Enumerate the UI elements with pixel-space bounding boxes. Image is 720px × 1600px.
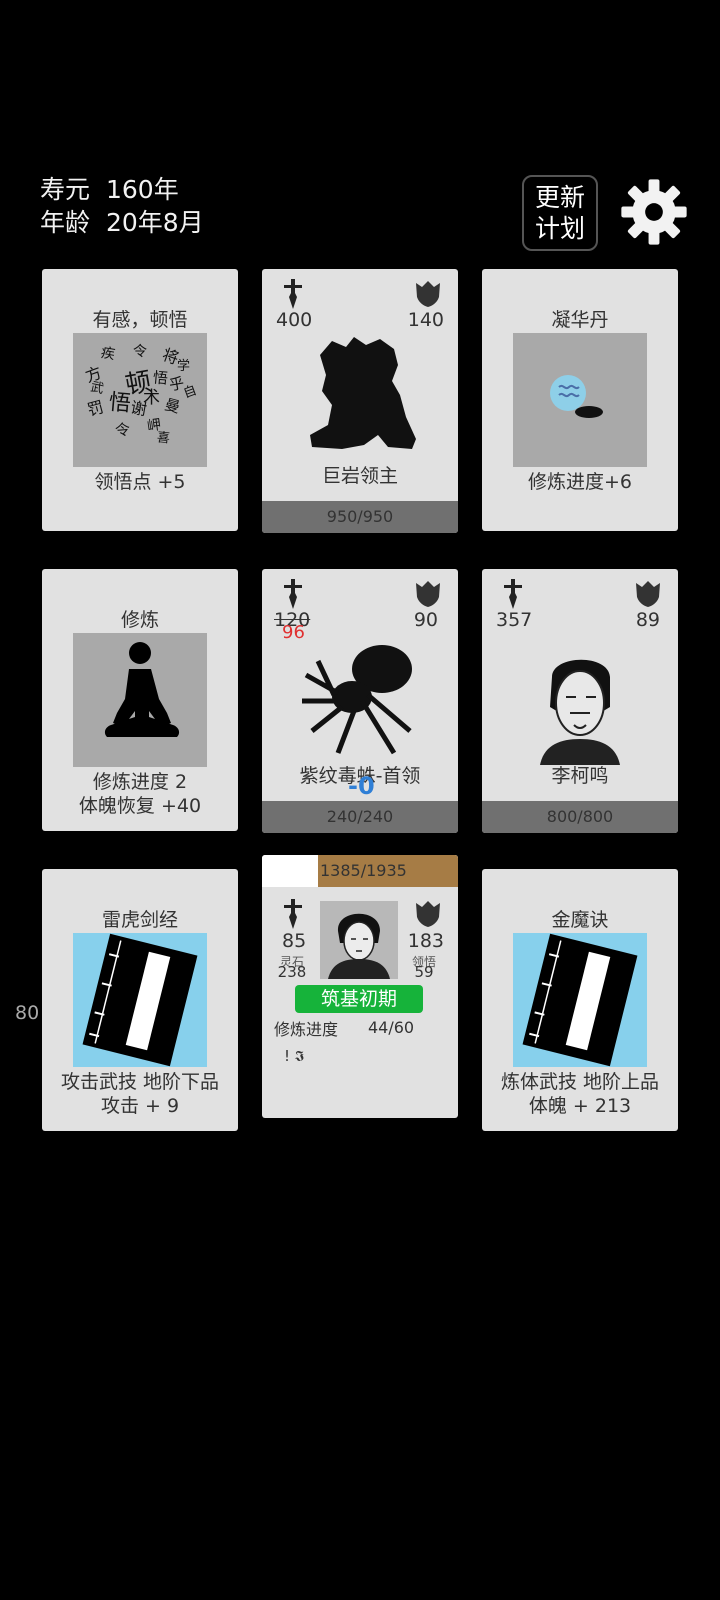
card-title: 雷虎剑经	[101, 909, 178, 931]
lifespan-label: 寿元	[40, 175, 91, 204]
update-plan-button[interactable]: 更新 计划	[522, 175, 598, 251]
status-icons: ! 𝕴	[284, 1047, 304, 1065]
calligraphy-glyph: 自	[181, 383, 199, 402]
attack-value: 400	[276, 309, 313, 331]
shield-icon	[416, 281, 440, 307]
card-desc-2: 体魄恢复 +40	[78, 795, 202, 817]
sword-icon	[504, 579, 522, 609]
meditating-figure-icon	[104, 642, 180, 737]
exp-text: 1385/1935	[320, 861, 407, 880]
calligraphy-glyph: 曼	[162, 395, 182, 417]
enemy-name: 巨岩领主	[321, 465, 398, 487]
defense-value: 183	[407, 930, 444, 952]
progress-label: 修炼进度	[274, 1020, 339, 1039]
age-row: 年龄 20年8月	[40, 206, 204, 239]
calligraphy-glyph: 喜	[156, 430, 171, 447]
damage-float-text: -0	[348, 772, 375, 800]
insight-value: 59	[414, 963, 434, 981]
hp-bar: 240/240	[262, 801, 458, 833]
book-icon	[82, 933, 198, 1067]
pill-icon	[550, 375, 603, 418]
card-desc-2: 体魄 + 213	[528, 1095, 632, 1117]
realm-badge: 筑基初期	[295, 985, 423, 1013]
spider-silhouette	[302, 645, 412, 755]
hp-bar: 800/800	[482, 801, 678, 833]
calligraphy-glyph: 学	[177, 359, 191, 374]
age-value: 20年8月	[106, 208, 204, 237]
player-portrait	[320, 901, 398, 979]
card-npc-li-keming[interactable]: 357 89 李柯鸣 800/800	[482, 569, 678, 833]
calligraphy-glyph: 术	[143, 388, 160, 408]
shield-icon	[416, 901, 440, 927]
card-boss-poison-spider[interactable]: 120 96 90 紫纹毒蛛-首领 -0 240/240	[262, 569, 458, 833]
card-title: 修炼	[120, 609, 159, 631]
shield-icon	[636, 581, 660, 607]
manual-image	[73, 933, 207, 1067]
sword-icon	[284, 579, 302, 609]
card-player[interactable]: 1385/1935 85 183 灵石 238 领悟 59 筑基初期 修炼进度 …	[262, 855, 458, 1118]
calligraphy-glyph: 疾	[99, 344, 117, 364]
hud-stats: 寿元 160年 年龄 20年8月	[40, 173, 204, 239]
defense-value: 89	[635, 609, 660, 631]
calligraphy-glyph: 武	[89, 379, 106, 398]
calligraphy-glyph: 令	[114, 420, 131, 440]
card-insight[interactable]: 有感，顿悟 顿悟方疾令将乎悟罚谢术令曼学岬武自喜 领悟点 +5	[42, 269, 238, 531]
age-label: 年龄	[40, 208, 91, 237]
manual-image	[513, 933, 647, 1067]
side-number: 80	[15, 1002, 40, 1024]
card-desc-1: 修炼进度 2	[92, 771, 188, 793]
sword-icon	[284, 899, 302, 929]
pill-image	[513, 333, 647, 467]
attack-value: 85	[282, 930, 307, 952]
card-desc-1: 炼体武技 地阶上品	[500, 1071, 660, 1093]
meditation-image	[73, 633, 207, 767]
card-desc-1: 攻击武技 地阶下品	[60, 1071, 220, 1093]
book-icon	[522, 933, 638, 1067]
calligraphy-glyph: 悟	[107, 390, 132, 417]
calligraphy-image: 顿悟方疾令将乎悟罚谢术令曼学岬武自喜	[73, 333, 207, 467]
card-desc: 修炼进度+6	[527, 471, 632, 493]
npc-name: 李柯鸣	[551, 765, 609, 787]
sword-icon	[284, 279, 302, 309]
progress-value: 44/60	[368, 1018, 415, 1037]
defense-value: 90	[413, 609, 438, 631]
card-boss-rock-lord[interactable]: 400 140 巨岩领主 950/950	[262, 269, 458, 533]
attack-value: 357	[496, 609, 533, 631]
card-pill[interactable]: 凝华丹 修炼进度+6	[482, 269, 678, 531]
card-title: 金魔诀	[551, 909, 609, 931]
calligraphy-glyph: 令	[133, 344, 147, 360]
hp-bar: 950/950	[262, 501, 458, 533]
card-title: 凝华丹	[551, 309, 609, 331]
lifespan-value: 160年	[106, 175, 179, 204]
shield-icon	[416, 581, 440, 607]
card-desc: 领悟点 +5	[94, 471, 186, 493]
old-man-portrait	[540, 659, 620, 765]
card-skill-thunder-tiger[interactable]: 雷虎剑经 攻击武技 地阶下品 攻击 + 9	[42, 869, 238, 1131]
calligraphy-glyph: 罚	[85, 397, 106, 420]
rock-lord-silhouette	[310, 337, 416, 449]
card-skill-golden-demon[interactable]: 金魔诀 炼体武技 地阶上品 体魄 + 213	[482, 869, 678, 1131]
card-cultivate[interactable]: 修炼 修炼进度 2 体魄恢复 +40	[42, 569, 238, 831]
card-title: 有感，顿悟	[92, 309, 188, 331]
card-desc-2: 攻击 + 9	[100, 1095, 180, 1117]
spirit-stone-value: 238	[277, 963, 307, 981]
gear-icon[interactable]	[620, 178, 688, 246]
lifespan-row: 寿元 160年	[40, 173, 204, 206]
defense-value: 140	[407, 309, 444, 331]
